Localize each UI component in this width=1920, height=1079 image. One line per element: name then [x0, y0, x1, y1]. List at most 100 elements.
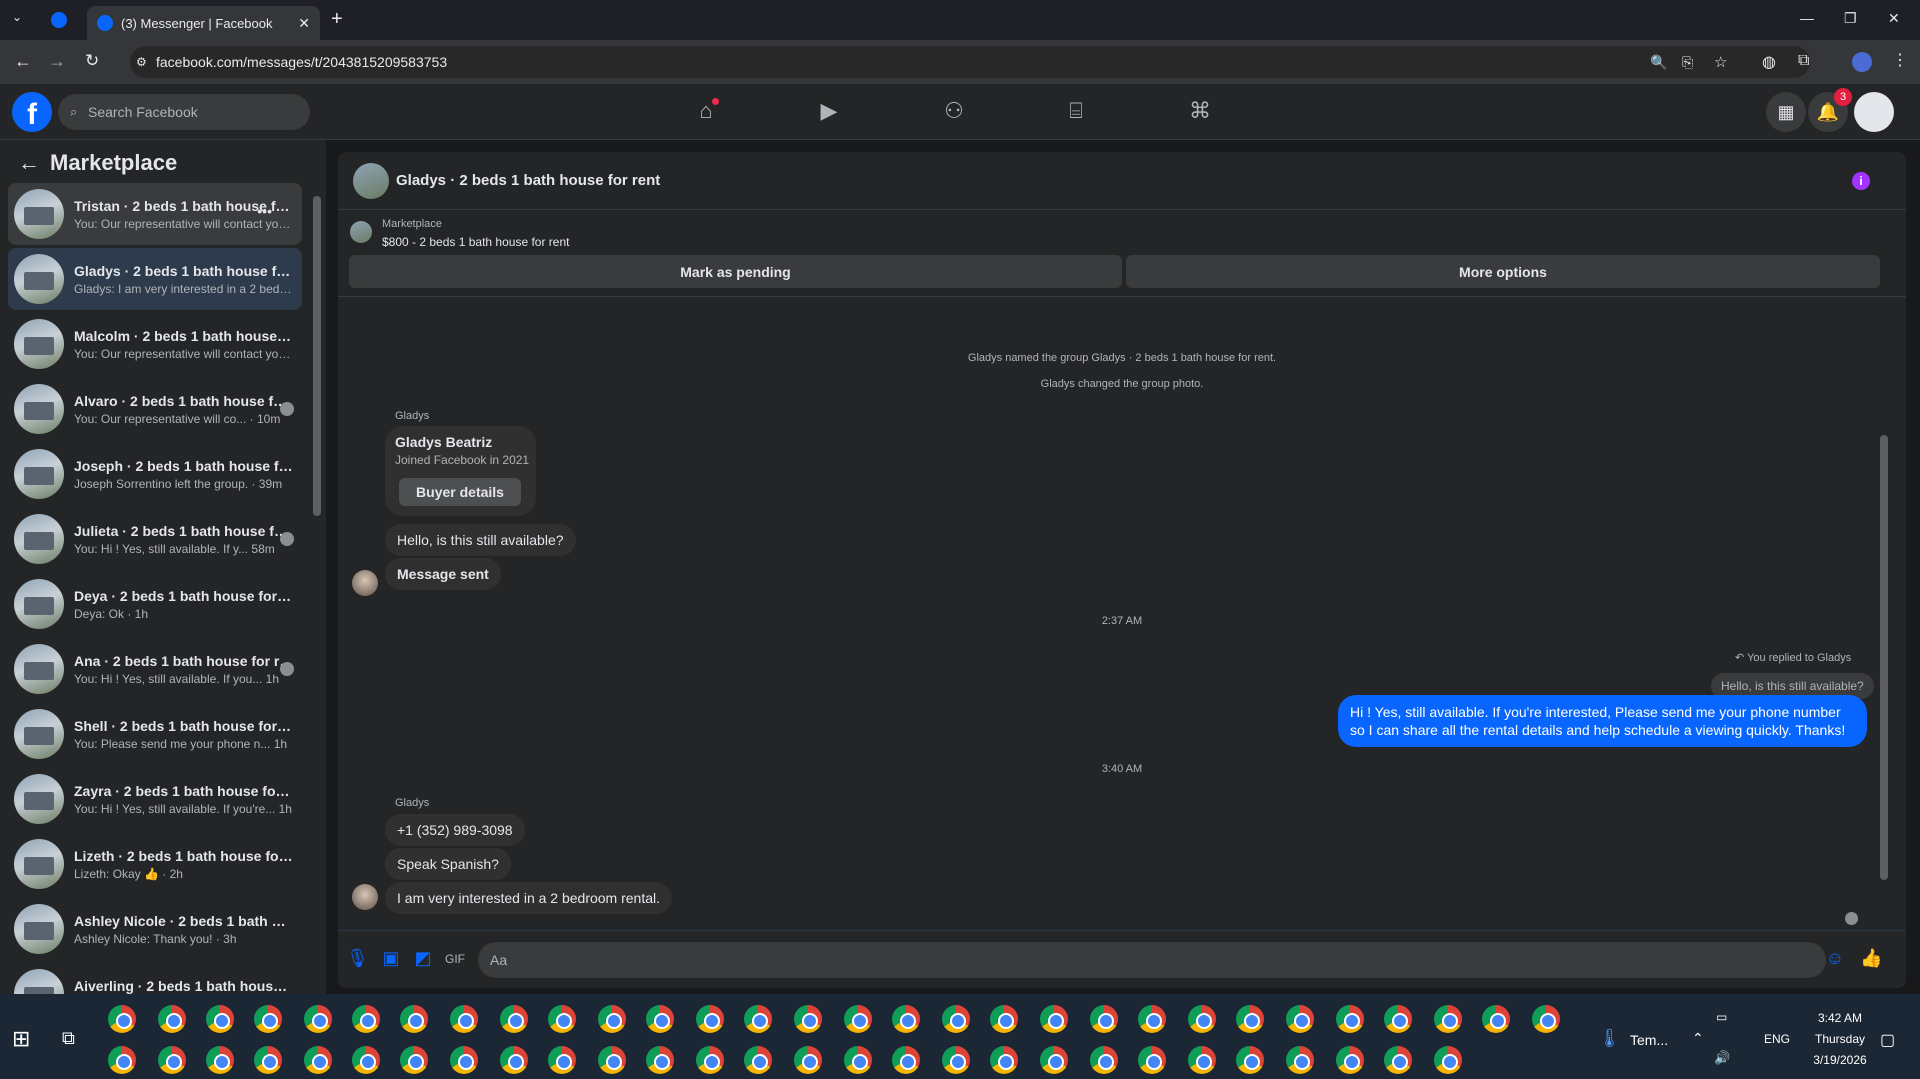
minimize-icon[interactable]: — — [1800, 10, 1814, 26]
gladys-avatar[interactable] — [352, 884, 378, 910]
chrome-icon[interactable] — [1434, 1046, 1462, 1074]
chrome-icon[interactable] — [108, 1005, 136, 1033]
chrome-icon[interactable] — [500, 1005, 528, 1033]
install-icon[interactable]: ⎘ — [1682, 54, 1693, 71]
conversation-item[interactable]: Joseph · 2 beds 1 bath house for rent Jos… — [8, 443, 302, 505]
start-icon[interactable]: ⊞ — [12, 1026, 30, 1052]
conversation-item[interactable]: Ashley Nicole · 2 beds 1 bath house for … — [8, 898, 302, 960]
message-bubble[interactable]: Message sent — [385, 558, 501, 590]
chrome-icon[interactable] — [844, 1005, 872, 1033]
chrome-icon[interactable] — [1188, 1046, 1216, 1074]
chrome-icon[interactable] — [1384, 1046, 1412, 1074]
marketplace-icon[interactable]: ⌸ — [1062, 98, 1090, 126]
chrome-icon[interactable] — [500, 1046, 528, 1074]
message-bubble[interactable]: Speak Spanish? — [385, 848, 511, 880]
chrome-icon[interactable] — [450, 1046, 478, 1074]
facebook-tab-icon[interactable] — [51, 12, 67, 28]
info-icon[interactable]: i — [1852, 172, 1870, 190]
facebook-logo-icon[interactable]: f — [12, 92, 52, 132]
chrome-icon[interactable] — [158, 1005, 186, 1033]
chrome-icon[interactable] — [206, 1005, 234, 1033]
chrome-icon[interactable] — [400, 1005, 428, 1033]
chrome-icon[interactable] — [844, 1046, 872, 1074]
chrome-icon[interactable] — [450, 1005, 478, 1033]
my-message-bubble[interactable]: Hi ! Yes, still available. If you're int… — [1338, 695, 1867, 747]
message-bubble[interactable]: +1 (352) 989-3098 — [385, 814, 525, 846]
chat-title[interactable]: Gladys · 2 beds 1 bath house for rent — [396, 172, 660, 189]
close-window-icon[interactable]: ✕ — [1888, 10, 1900, 27]
message-bubble[interactable]: I am very interested in a 2 bedroom rent… — [385, 882, 673, 914]
photo-icon[interactable]: ▣ — [380, 948, 402, 970]
chrome-icon[interactable] — [352, 1005, 380, 1033]
chrome-icon[interactable] — [108, 1046, 136, 1074]
message-input[interactable]: Aa — [478, 942, 1826, 978]
sidebar-scrollbar[interactable] — [313, 196, 321, 516]
chrome-icon[interactable] — [942, 1005, 970, 1033]
weather-text[interactable]: Tem... — [1630, 1032, 1668, 1048]
menu-grid-icon[interactable]: ▦ — [1766, 92, 1806, 132]
chrome-icon[interactable] — [1532, 1005, 1560, 1033]
task-view-icon[interactable]: ⧉ — [62, 1028, 75, 1049]
language-indicator[interactable]: ENG — [1764, 1032, 1790, 1046]
more-options-button[interactable]: More options — [1126, 255, 1880, 288]
chrome-icon[interactable] — [158, 1046, 186, 1074]
sticker-icon[interactable]: ◩ — [412, 948, 434, 970]
gif-icon[interactable]: GIF — [444, 948, 466, 970]
chrome-icon[interactable] — [646, 1005, 674, 1033]
conversation-item[interactable]: Lizeth · 2 beds 1 bath house for rent Liz… — [8, 833, 302, 895]
chrome-icon[interactable] — [254, 1005, 282, 1033]
site-info-icon[interactable]: ⚙ — [136, 55, 147, 69]
chrome-icon[interactable] — [744, 1046, 772, 1074]
conversation-item[interactable]: Tristan · 2 beds 1 bath house for rentYo… — [8, 183, 302, 245]
chrome-icon[interactable] — [696, 1046, 724, 1074]
emoji-icon[interactable]: ☺ — [1824, 948, 1846, 970]
account-avatar[interactable] — [1854, 92, 1894, 132]
volume-icon[interactable]: 🔊 — [1714, 1050, 1730, 1066]
video-icon[interactable]: ▶ — [815, 98, 843, 126]
chrome-icon[interactable] — [646, 1046, 674, 1074]
taskbar-clock[interactable]: 3:42 AM Thursday 3/19/2026 — [1790, 1008, 1890, 1071]
friends-icon[interactable]: ⚇ — [940, 98, 968, 126]
chrome-icon[interactable] — [1040, 1046, 1068, 1074]
chrome-icon[interactable] — [548, 1005, 576, 1033]
address-bar[interactable]: ⚙ facebook.com/messages/t/20438152095837… — [130, 46, 1810, 78]
chrome-icon[interactable] — [352, 1046, 380, 1074]
chrome-icon[interactable] — [1286, 1046, 1314, 1074]
conversation-item[interactable]: Alvaro · 2 beds 1 bath house for rent You… — [8, 378, 302, 440]
forward-icon[interactable]: → — [48, 51, 66, 72]
chrome-icon[interactable] — [942, 1046, 970, 1074]
chrome-icon[interactable] — [304, 1046, 332, 1074]
gladys-avatar[interactable] — [352, 570, 378, 596]
chrome-icon[interactable] — [548, 1046, 576, 1074]
chrome-icon[interactable] — [990, 1005, 1018, 1033]
back-arrow-icon[interactable]: ← — [18, 150, 40, 176]
chat-avatar[interactable] — [353, 163, 389, 199]
chrome-icon[interactable] — [1090, 1005, 1118, 1033]
chrome-icon[interactable] — [1138, 1005, 1166, 1033]
chrome-icon[interactable] — [1236, 1005, 1264, 1033]
close-tab-icon[interactable]: ✕ — [298, 15, 310, 32]
chat-scrollbar[interactable] — [1880, 435, 1888, 880]
chrome-icon[interactable] — [254, 1046, 282, 1074]
tray-chevron-icon[interactable]: ⌃ — [1692, 1030, 1704, 1047]
translate-icon[interactable]: ◍ — [1762, 52, 1776, 72]
bookmark-star-icon[interactable]: ☆ — [1714, 53, 1727, 71]
chrome-icon[interactable] — [1138, 1046, 1166, 1074]
chrome-icon[interactable] — [1188, 1005, 1216, 1033]
chrome-icon[interactable] — [1336, 1046, 1364, 1074]
reload-icon[interactable]: ↻ — [85, 51, 99, 71]
chrome-icon[interactable] — [794, 1005, 822, 1033]
back-icon[interactable]: ← — [14, 51, 32, 72]
network-icon[interactable]: ▭ — [1716, 1010, 1727, 1024]
chrome-icon[interactable] — [304, 1005, 332, 1033]
chrome-icon[interactable] — [794, 1046, 822, 1074]
search-input[interactable]: ⌕ Search Facebook — [58, 94, 310, 130]
notification-center-icon[interactable]: ▢ — [1880, 1030, 1895, 1050]
microphone-icon[interactable]: 🎙 — [346, 948, 369, 970]
message-bubble[interactable]: Hello, is this still available? — [385, 524, 576, 556]
more-options-icon[interactable]: ••• — [257, 203, 272, 219]
extensions-icon[interactable]: ⧉ — [1798, 52, 1809, 70]
restore-icon[interactable]: ❐ — [1844, 10, 1857, 27]
profile-icon[interactable] — [1852, 52, 1872, 72]
chrome-icon[interactable] — [1336, 1005, 1364, 1033]
